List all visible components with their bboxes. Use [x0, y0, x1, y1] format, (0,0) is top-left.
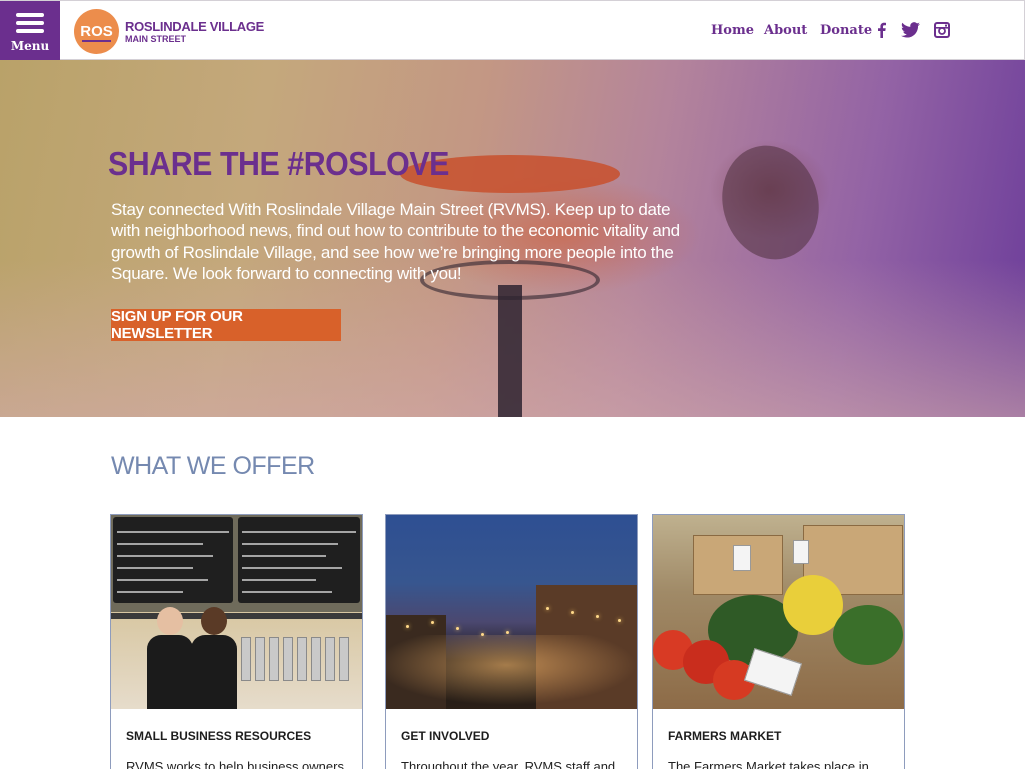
hero-sculpture-pole — [498, 285, 522, 417]
card-image-plaza — [386, 515, 637, 709]
facebook-icon[interactable] — [877, 22, 886, 38]
hamburger-icon — [16, 13, 44, 37]
offer-card-small-business[interactable]: SMALL BUSINESS RESOURCES RVMS works to h… — [110, 514, 363, 769]
offer-card-farmers-market[interactable]: FARMERS MARKET The Farmers Market takes … — [652, 514, 905, 769]
nav-home-link[interactable]: Home — [711, 23, 754, 38]
nav-about-link[interactable]: About — [764, 23, 807, 38]
card-description: RVMS works to help business owners — [126, 759, 344, 769]
card-title: SMALL BUSINESS RESOURCES — [126, 729, 312, 743]
hero-title: SHARE THE #ROSLOVE — [108, 145, 449, 182]
logo-line-1: ROSLINDALE VILLAGE — [125, 18, 265, 34]
logo-line-2: MAIN STREET — [125, 33, 187, 44]
hero-body: Stay connected With Roslindale Village M… — [111, 200, 680, 284]
nav-donate[interactable]: Donate — [820, 23, 872, 38]
menu-button[interactable]: Menu — [0, 1, 60, 61]
offer-section-title: WHAT WE OFFER — [111, 452, 315, 480]
instagram-icon[interactable] — [934, 22, 950, 38]
card-description: The Farmers Market takes place in — [668, 759, 869, 769]
card-image-produce — [653, 515, 904, 709]
hero-sculpture-ladle — [709, 134, 832, 271]
menu-label: Menu — [10, 39, 50, 53]
twitter-icon[interactable] — [901, 22, 920, 38]
logo-mark: ROS — [74, 9, 119, 54]
nav-about[interactable]: About — [764, 23, 807, 38]
card-title: GET INVOLVED — [401, 729, 490, 743]
newsletter-signup-button[interactable]: SIGN UP FOR OUR NEWSLETTER — [111, 308, 341, 342]
nav-donate-link[interactable]: Donate — [820, 23, 872, 38]
card-image-cafe — [111, 515, 362, 709]
site-header: Menu ROS ROSLINDALE VILLAGE MAIN STREET … — [0, 0, 1025, 61]
card-title: FARMERS MARKET — [668, 729, 782, 743]
nav-home[interactable]: Home — [711, 23, 754, 38]
site-logo[interactable]: ROS ROSLINDALE VILLAGE MAIN STREET — [74, 9, 264, 54]
offer-card-get-involved[interactable]: GET INVOLVED Throughout the year, RVMS s… — [385, 514, 638, 769]
card-description: Throughout the year, RVMS staff and — [401, 759, 616, 769]
hero-banner: SHARE THE #ROSLOVE Stay connected With R… — [0, 60, 1025, 417]
logo-text: ROSLINDALE VILLAGE MAIN STREET — [125, 20, 264, 44]
